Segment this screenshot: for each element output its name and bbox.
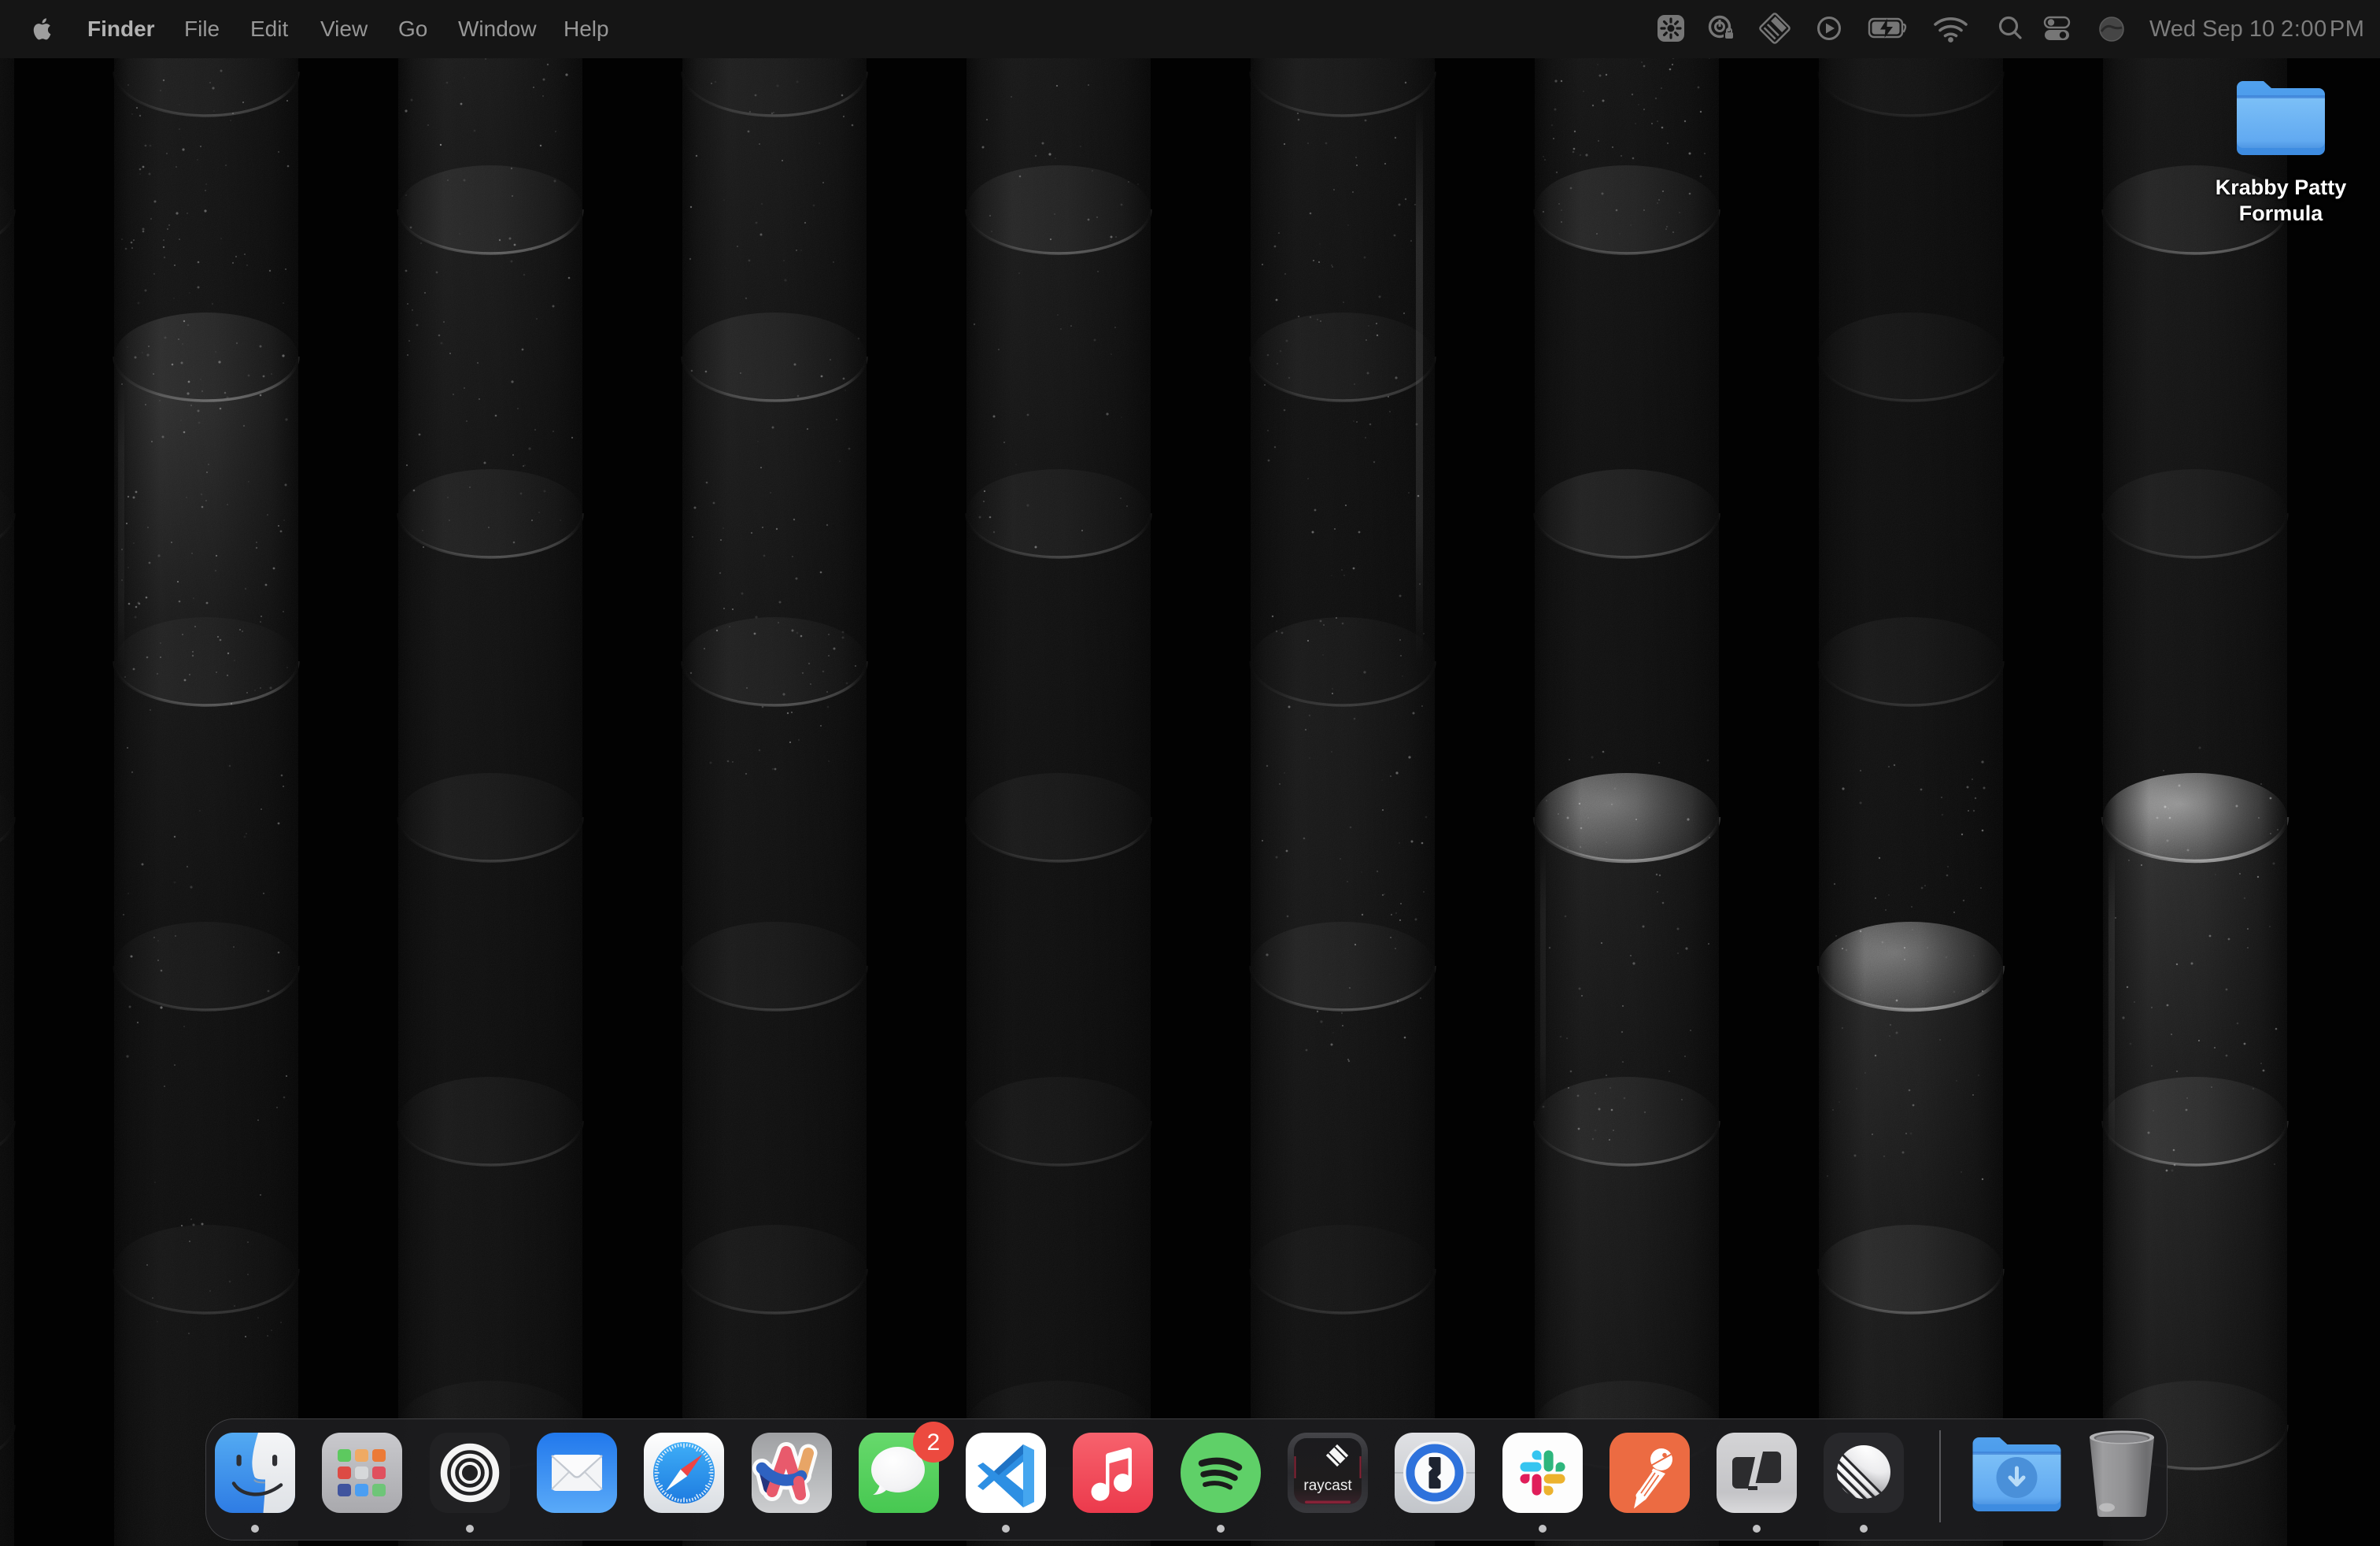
svg-text:2: 2: [927, 1429, 941, 1455]
svg-text:raycast: raycast: [1303, 1478, 1352, 1494]
